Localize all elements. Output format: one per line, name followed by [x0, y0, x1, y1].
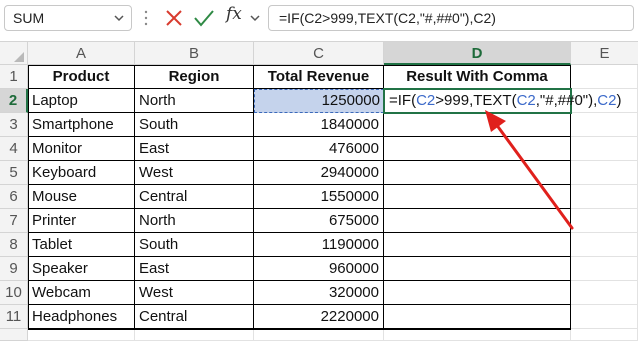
cell-e[interactable]	[571, 305, 638, 329]
cell-product[interactable]: Monitor	[28, 137, 135, 161]
header-cell-total-revenue[interactable]: Total Revenue	[254, 65, 384, 89]
cell-region[interactable]: West	[135, 161, 254, 185]
more-options-icon	[144, 10, 148, 26]
cell-region[interactable]: North	[135, 209, 254, 233]
cell-total-revenue[interactable]: 2220000	[254, 305, 384, 329]
cell-e[interactable]	[571, 113, 638, 137]
cell-region[interactable]: Central	[135, 185, 254, 209]
cell-e[interactable]	[571, 185, 638, 209]
column-header-row: A B C D E	[0, 41, 638, 65]
cell-product[interactable]: Mouse	[28, 185, 135, 209]
cell-region[interactable]: North	[135, 89, 254, 113]
cell-product[interactable]: Keyboard	[28, 161, 135, 185]
row-header-12[interactable]	[0, 329, 28, 341]
row-header-2[interactable]: 2	[0, 89, 28, 113]
column-header-b[interactable]: B	[135, 42, 254, 65]
cell-product[interactable]: Printer	[28, 209, 135, 233]
cell-product[interactable]: Smartphone	[28, 113, 135, 137]
row-header-1[interactable]: 1	[0, 65, 28, 89]
row-header-9[interactable]: 9	[0, 257, 28, 281]
enter-icon[interactable]	[193, 8, 215, 28]
cell-e[interactable]	[571, 281, 638, 305]
active-cell-d2[interactable]: =IF(C2>999,TEXT(C2,"#,##0"),C2)	[383, 88, 621, 114]
cell-result[interactable]	[384, 161, 571, 185]
cell-total-revenue[interactable]: 1190000	[254, 233, 384, 257]
cell-product[interactable]: Headphones	[28, 305, 135, 329]
cell-result[interactable]	[384, 257, 571, 281]
row-header-5[interactable]: 5	[0, 161, 28, 185]
cell-total-revenue[interactable]: 1840000	[254, 113, 384, 137]
cell-region[interactable]: South	[135, 233, 254, 257]
cell-row12[interactable]	[384, 329, 571, 341]
row-header-7[interactable]: 7	[0, 209, 28, 233]
cell-region[interactable]: East	[135, 137, 254, 161]
row-header-8[interactable]: 8	[0, 233, 28, 257]
chevron-down-icon[interactable]	[113, 12, 125, 24]
row-header-4[interactable]: 4	[0, 137, 28, 161]
cell-result[interactable]	[384, 185, 571, 209]
cancel-icon[interactable]	[164, 8, 184, 28]
formula-input[interactable]: =IF(C2>999,TEXT(C2,"#,##0"),C2)	[268, 5, 634, 31]
cell-total-revenue[interactable]: 320000	[254, 281, 384, 305]
cell-result[interactable]	[384, 209, 571, 233]
cell-e[interactable]	[571, 257, 638, 281]
cell-e[interactable]	[571, 161, 638, 185]
cell-result[interactable]	[384, 137, 571, 161]
cell-e[interactable]	[571, 209, 638, 233]
cell-result[interactable]	[384, 113, 571, 137]
cell-total-revenue[interactable]: 476000	[254, 137, 384, 161]
row-header-3[interactable]: 3	[0, 113, 28, 137]
cell-total-revenue[interactable]: 1250000	[254, 89, 384, 113]
in-cell-formula: =IF(C2>999,TEXT(C2,"#,##0"),C2)	[389, 92, 622, 109]
select-all-button[interactable]	[0, 42, 28, 65]
column-header-c[interactable]: C	[254, 42, 384, 65]
column-header-a[interactable]: A	[28, 42, 135, 65]
cell-e[interactable]	[571, 137, 638, 161]
column-header-e[interactable]: E	[571, 42, 638, 65]
formula-text: =IF(C2>999,TEXT(C2,"#,##0"),C2)	[279, 10, 496, 26]
cell-region[interactable]: Central	[135, 305, 254, 329]
column-header-d[interactable]: D	[384, 42, 571, 65]
cell-result[interactable]	[384, 281, 571, 305]
cell-product[interactable]: Laptop	[28, 89, 135, 113]
formula-bar: SUM fx =IF(C2>999,TEXT(C2,"#,##0"),C2)	[0, 0, 638, 37]
cell-total-revenue[interactable]: 960000	[254, 257, 384, 281]
cell-total-revenue[interactable]: 2940000	[254, 161, 384, 185]
cell-product[interactable]: Webcam	[28, 281, 135, 305]
cell-row12[interactable]	[571, 329, 638, 341]
header-cell-result-with-comma[interactable]: Result With Comma	[384, 65, 571, 89]
cell-e[interactable]	[571, 233, 638, 257]
cell-row12[interactable]	[254, 329, 384, 341]
cell-result[interactable]	[384, 305, 571, 329]
name-box[interactable]: SUM	[4, 5, 132, 31]
cell-region[interactable]: East	[135, 257, 254, 281]
fx-icon[interactable]: fx	[226, 4, 242, 24]
header-cell-product[interactable]: Product	[28, 65, 135, 89]
name-box-value: SUM	[13, 10, 45, 26]
cell-region[interactable]: South	[135, 113, 254, 137]
row-header-6[interactable]: 6	[0, 185, 28, 209]
cell-row12[interactable]	[28, 329, 135, 341]
cell-product[interactable]: Speaker	[28, 257, 135, 281]
fx-chevron-down-icon[interactable]	[249, 12, 261, 24]
cell-e1[interactable]	[571, 65, 638, 89]
cell-region[interactable]: West	[135, 281, 254, 305]
cell-result[interactable]	[384, 233, 571, 257]
row-header-10[interactable]: 10	[0, 281, 28, 305]
cell-product[interactable]: Tablet	[28, 233, 135, 257]
cell-total-revenue[interactable]: 1550000	[254, 185, 384, 209]
cell-row12[interactable]	[135, 329, 254, 341]
row-header-11[interactable]: 11	[0, 305, 28, 329]
header-cell-region[interactable]: Region	[135, 65, 254, 89]
cell-total-revenue[interactable]: 675000	[254, 209, 384, 233]
